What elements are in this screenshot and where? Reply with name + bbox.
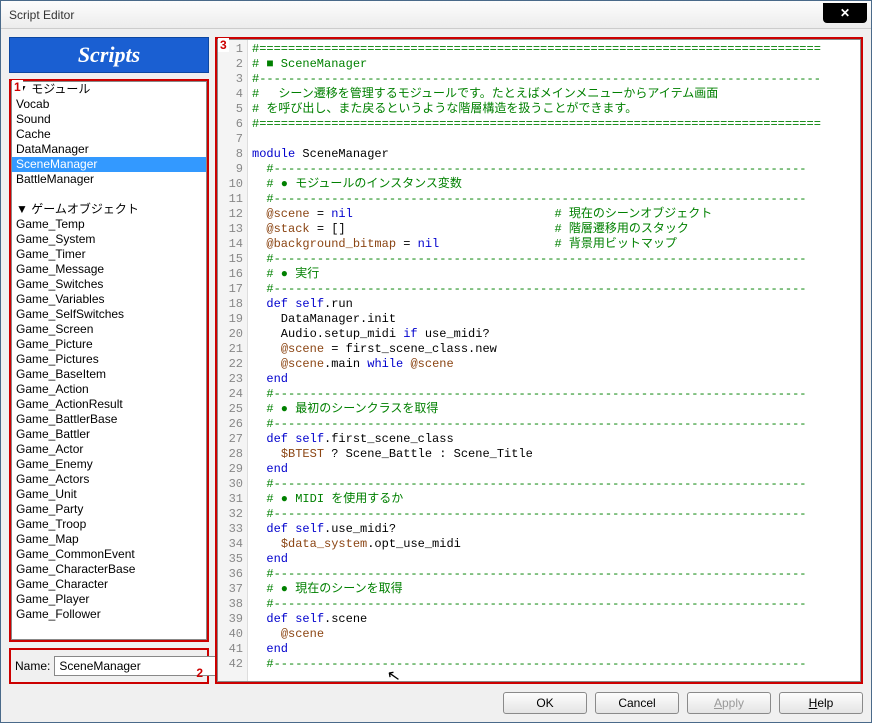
list-item[interactable]: Vocab [12, 97, 206, 112]
list-item[interactable]: DataManager [12, 142, 206, 157]
close-button[interactable]: ✕ [823, 3, 867, 23]
list-item[interactable]: BattleManager [12, 172, 206, 187]
main-columns: Scripts 1 ▼ モジュールVocabSoundCacheDataMana… [9, 37, 863, 684]
ok-button[interactable]: OK [503, 692, 587, 714]
name-label: Name: [15, 659, 50, 673]
list-item[interactable]: Game_Player [12, 592, 206, 607]
name-input[interactable] [54, 656, 219, 676]
window-title: Script Editor [9, 8, 74, 22]
cancel-button[interactable]: Cancel [595, 692, 679, 714]
list-item[interactable]: Cache [12, 127, 206, 142]
panel-badge-2: 2 [196, 666, 203, 680]
list-item[interactable]: Game_Troop [12, 517, 206, 532]
list-item[interactable]: Game_Action [12, 382, 206, 397]
list-item[interactable]: Game_ActionResult [12, 397, 206, 412]
name-panel: Name: 2 [9, 648, 209, 684]
button-row: OK Cancel Apply Help [9, 690, 863, 714]
list-item[interactable]: Game_Party [12, 502, 206, 517]
list-item[interactable]: Game_Unit [12, 487, 206, 502]
list-item[interactable]: ▼ ゲームオブジェクト [12, 202, 206, 217]
script-list[interactable]: ▼ モジュールVocabSoundCacheDataManagerSceneMa… [11, 81, 207, 640]
list-item[interactable]: Game_SelfSwitches [12, 307, 206, 322]
list-item[interactable]: Game_BattlerBase [12, 412, 206, 427]
code-panel: 3 12345678910111213141516171819202122232… [215, 37, 863, 684]
list-item[interactable]: Game_Pictures [12, 352, 206, 367]
scripts-header: Scripts [9, 37, 209, 73]
list-item[interactable]: Game_Actors [12, 472, 206, 487]
list-item[interactable]: Game_Enemy [12, 457, 206, 472]
close-icon: ✕ [840, 6, 850, 20]
script-editor-window: Script Editor ✕ Scripts 1 ▼ モジュールVocabSo… [0, 0, 872, 723]
list-item[interactable]: Game_Battler [12, 427, 206, 442]
list-item[interactable]: Game_Screen [12, 322, 206, 337]
list-item[interactable]: Game_BaseItem [12, 367, 206, 382]
script-list-panel: 1 ▼ モジュールVocabSoundCacheDataManagerScene… [9, 79, 209, 642]
panel-badge-1: 1 [12, 80, 23, 94]
list-item[interactable]: Game_Variables [12, 292, 206, 307]
code-lines[interactable]: #=======================================… [248, 40, 860, 681]
list-item[interactable]: ▼ モジュール [12, 82, 206, 97]
body: Scripts 1 ▼ モジュールVocabSoundCacheDataMana… [1, 29, 871, 722]
list-item[interactable]: Game_Character [12, 577, 206, 592]
code-editor[interactable]: 1234567891011121314151617181920212223242… [217, 39, 861, 682]
list-item[interactable] [12, 187, 206, 202]
list-item[interactable]: Game_CommonEvent [12, 547, 206, 562]
list-item[interactable]: Game_Map [12, 532, 206, 547]
list-item[interactable]: Sound [12, 112, 206, 127]
list-item[interactable]: Game_Actor [12, 442, 206, 457]
line-gutter: 1234567891011121314151617181920212223242… [218, 40, 248, 681]
panel-badge-3: 3 [218, 38, 229, 52]
list-item[interactable]: SceneManager [12, 157, 206, 172]
help-button[interactable]: Help [779, 692, 863, 714]
titlebar[interactable]: Script Editor ✕ [1, 1, 871, 29]
list-item[interactable]: Game_CharacterBase [12, 562, 206, 577]
list-item[interactable]: Game_Timer [12, 247, 206, 262]
list-item[interactable]: Game_System [12, 232, 206, 247]
list-item[interactable]: Game_Switches [12, 277, 206, 292]
list-item[interactable]: Game_Temp [12, 217, 206, 232]
list-item[interactable]: Game_Message [12, 262, 206, 277]
apply-button[interactable]: Apply [687, 692, 771, 714]
left-column: Scripts 1 ▼ モジュールVocabSoundCacheDataMana… [9, 37, 209, 684]
list-item[interactable]: Game_Picture [12, 337, 206, 352]
list-item[interactable]: Game_Follower [12, 607, 206, 622]
